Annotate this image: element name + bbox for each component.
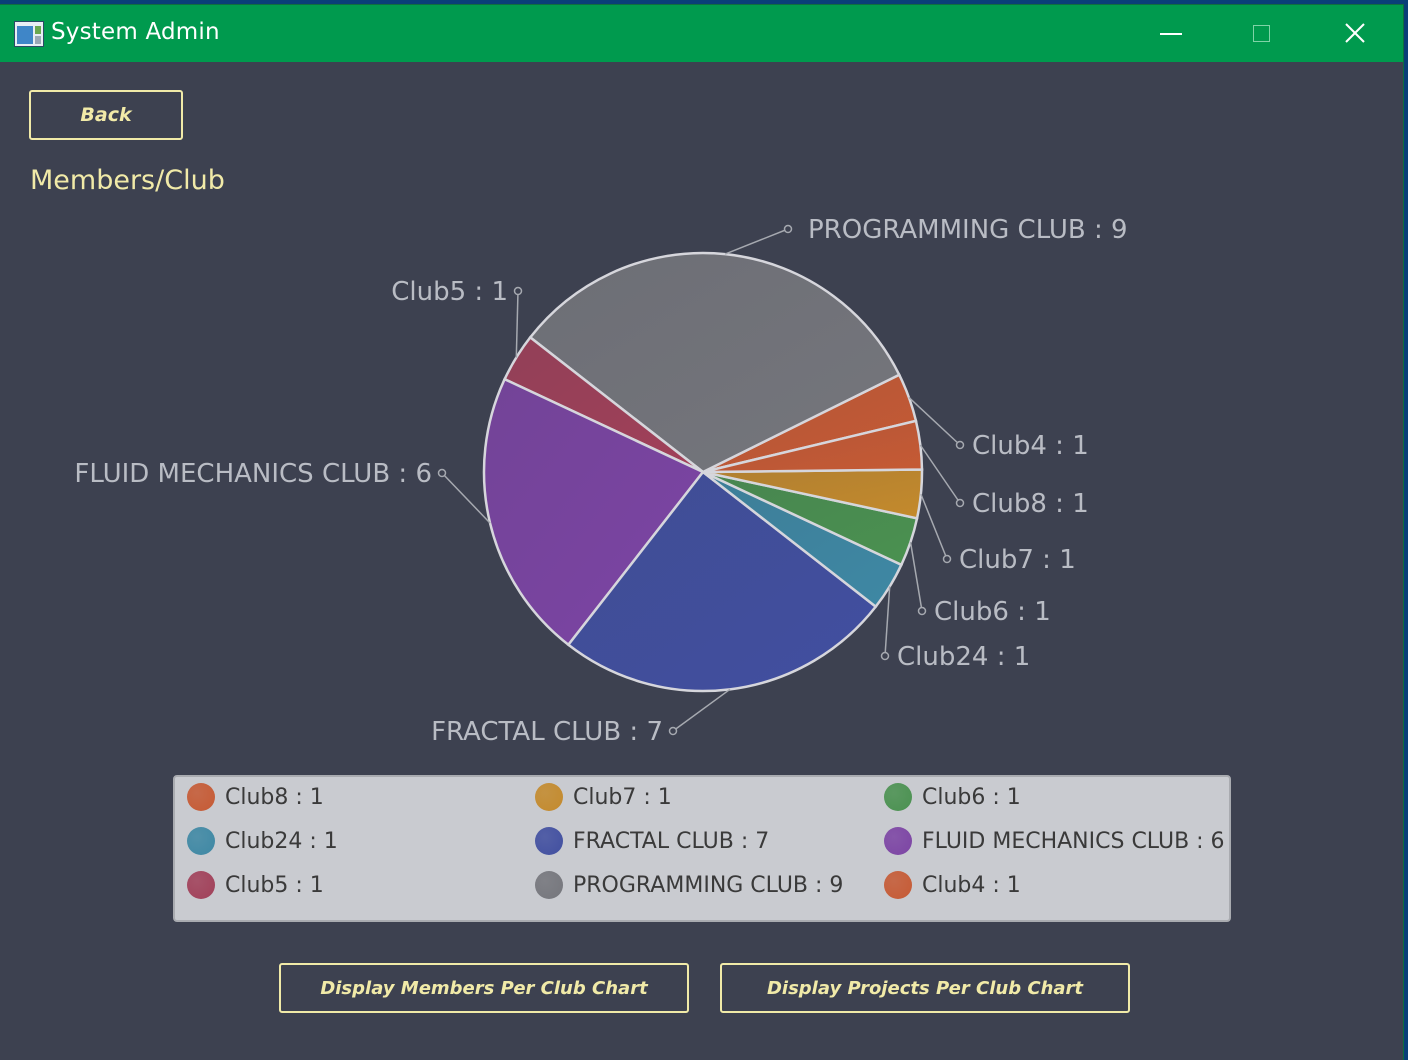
legend-label: Club7 : 1: [573, 784, 672, 810]
chart-legend: Club8 : 1 Club7 : 1 Club6 : 1 Club24 : 1 FRA…: [173, 775, 1231, 922]
label-pointer-fractal-club: [672, 688, 731, 732]
label-pointer-dot-club24: [880, 651, 890, 661]
legend-item-club24-1: Club24 : 1: [187, 826, 338, 856]
legend-label: Club4 : 1: [922, 872, 1021, 898]
legend-item-club5-1: Club5 : 1: [187, 870, 324, 900]
label-pointer-programming-club: [724, 228, 789, 255]
slice-label-club4: Club4 : 1: [972, 431, 1089, 461]
legend-swatch: [884, 871, 912, 899]
legend-label: PROGRAMMING CLUB : 9: [573, 872, 844, 898]
label-pointer-dot-club7: [942, 554, 952, 564]
legend-item-fractal-club-7: FRACTAL CLUB : 7: [535, 826, 769, 856]
legend-swatch: [535, 871, 563, 899]
label-pointer-dot-club6: [917, 606, 927, 616]
legend-label: Club6 : 1: [922, 784, 1021, 810]
legend-item-fluid-mechanics-club-6: FLUID MECHANICS CLUB : 6: [884, 826, 1225, 856]
slice-label-programming-club: PROGRAMMING CLUB : 9: [808, 215, 1128, 245]
label-pointer-dot-club5: [513, 286, 523, 296]
legend-label: FRACTAL CLUB : 7: [573, 828, 770, 854]
slice-label-fluid-mechanics-club: FLUID MECHANICS CLUB : 6: [74, 459, 432, 489]
label-pointer-dot-programming-club: [783, 224, 793, 234]
slice-label-fractal-club: FRACTAL CLUB : 7: [431, 717, 663, 747]
label-pointer-club6: [909, 541, 923, 612]
label-pointer-dot-club8: [955, 498, 965, 508]
slice-label-club8: Club8 : 1: [972, 489, 1089, 519]
label-pointer-dot-fractal-club: [668, 726, 678, 736]
slice-label-club24: Club24 : 1: [897, 642, 1030, 672]
legend-swatch: [535, 783, 563, 811]
legend-item-club8-1: Club8 : 1: [187, 782, 324, 812]
legend-label: FLUID MECHANICS CLUB : 6: [922, 828, 1225, 854]
label-pointer-club5: [515, 290, 519, 358]
legend-item-club4-1: Club4 : 1: [884, 870, 1021, 900]
label-pointer-club24: [884, 586, 891, 657]
legend-swatch: [884, 783, 912, 811]
label-pointer-dot-fluid-mechanics-club: [437, 468, 447, 478]
legend-label: Club5 : 1: [225, 872, 324, 898]
legend-swatch: [884, 827, 912, 855]
legend-swatch: [187, 871, 215, 899]
label-pointer-club7: [920, 493, 948, 560]
slice-label-club7: Club7 : 1: [959, 545, 1076, 575]
legend-item-club7-1: Club7 : 1: [535, 782, 672, 812]
legend-label: Club8 : 1: [225, 784, 324, 810]
legend-swatch: [187, 783, 215, 811]
legend-swatch: [187, 827, 215, 855]
legend-item-club6-1: Club6 : 1: [884, 782, 1021, 812]
display-members-chart-button[interactable]: Display Members Per Club Chart: [279, 963, 689, 1013]
slice-label-club5: Club5 : 1: [391, 277, 508, 307]
legend-item-programming-club-9: PROGRAMMING CLUB : 9: [535, 870, 843, 900]
label-pointer-fluid-mechanics-club: [441, 472, 491, 524]
label-pointer-club8: [919, 444, 961, 504]
legend-swatch: [535, 827, 563, 855]
label-pointer-dot-club4: [955, 440, 965, 450]
slice-label-club6: Club6 : 1: [934, 597, 1051, 627]
legend-label: Club24 : 1: [225, 828, 338, 854]
display-projects-chart-button[interactable]: Display Projects Per Club Chart: [720, 963, 1130, 1013]
